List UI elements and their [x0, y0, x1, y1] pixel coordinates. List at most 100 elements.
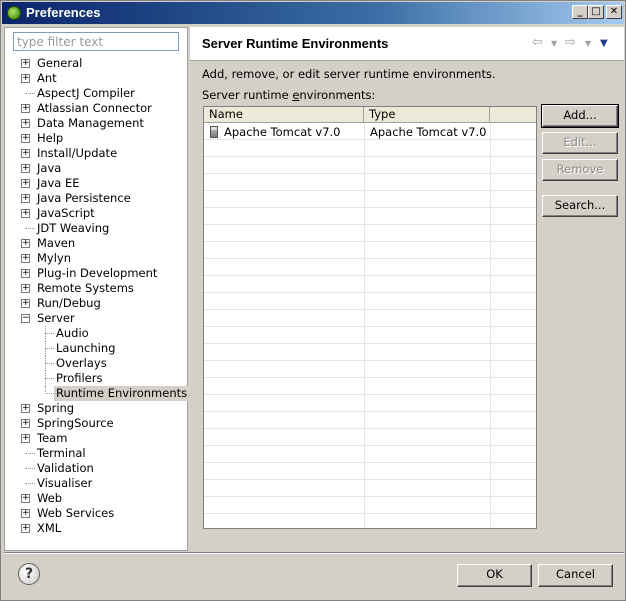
help-icon[interactable]: ? — [18, 563, 40, 585]
table-header: Name Type — [204, 107, 536, 123]
add-button[interactable]: Add... — [541, 104, 619, 128]
edit-button-label: Edit... — [563, 135, 597, 149]
tree-item[interactable]: + Mylyn — [5, 251, 187, 266]
cancel-button[interactable]: Cancel — [538, 564, 613, 587]
remove-button[interactable]: Remove — [542, 159, 618, 181]
expand-icon[interactable]: + — [21, 524, 30, 533]
tree-item[interactable]: + Maven — [5, 236, 187, 251]
expand-icon[interactable]: + — [21, 179, 30, 188]
tree-item[interactable]: + Plug-in Development — [5, 266, 187, 281]
tree-item[interactable]: + Web — [5, 491, 187, 506]
tree-item[interactable]: + Team — [5, 431, 187, 446]
expand-icon[interactable]: + — [21, 299, 30, 308]
tree-item-label: Java Persistence — [37, 191, 131, 205]
tree-item[interactable]: Launching — [5, 341, 187, 356]
tree-item-label: Terminal — [37, 446, 86, 460]
tree-item-label: General — [37, 56, 83, 70]
tree-item[interactable]: Profilers — [5, 371, 187, 386]
back-dropdown-icon[interactable]: ▼ — [551, 39, 557, 48]
table-row[interactable]: Apache Tomcat v7.0 Apache Tomcat v7.0 — [204, 124, 536, 140]
tree-item-label: Java EE — [37, 176, 80, 190]
tree-item[interactable]: + Ant — [5, 71, 187, 86]
tree-item-label: Team — [37, 431, 68, 445]
expand-icon[interactable]: + — [21, 254, 30, 263]
expand-icon[interactable]: + — [21, 404, 30, 413]
tree-connector — [45, 378, 54, 379]
tree-item[interactable]: + XML — [5, 521, 187, 536]
tree-item[interactable]: Validation — [5, 461, 187, 476]
forward-arrow-icon[interactable]: ⇨ — [565, 35, 576, 50]
search-button-label: Search... — [554, 198, 606, 212]
tree-item-label: JDT Weaving — [37, 221, 110, 235]
expand-icon[interactable]: + — [21, 494, 30, 503]
back-arrow-icon[interactable]: ⇦ — [532, 35, 543, 50]
tree-item-label: Profilers — [56, 371, 103, 385]
expand-icon[interactable]: + — [21, 134, 30, 143]
tree-item-label: Install/Update — [37, 146, 118, 160]
expand-icon[interactable]: + — [21, 209, 30, 218]
forward-dropdown-icon[interactable]: ▼ — [585, 39, 591, 48]
title-bar[interactable]: Preferences _ □ ✕ — [2, 2, 624, 24]
remove-button-label: Remove — [556, 162, 604, 176]
runtime-environments-table[interactable]: Name Type Apache Tomcat v7.0 Apache Tomc… — [203, 106, 537, 529]
tree-item[interactable]: + Java EE — [5, 176, 187, 191]
tree-item[interactable]: + Install/Update — [5, 146, 187, 161]
tree-item[interactable]: Visualiser — [5, 476, 187, 491]
edit-button[interactable]: Edit... — [542, 132, 618, 154]
tree-item-label: Data Management — [37, 116, 144, 130]
page-description: Add, remove, or edit server runtime envi… — [202, 67, 496, 81]
tree-connector — [25, 228, 35, 229]
maximize-button[interactable]: □ — [588, 5, 604, 19]
tree-item[interactable]: + Spring — [5, 401, 187, 416]
expand-icon[interactable]: + — [21, 419, 30, 428]
tree-item[interactable]: + General — [5, 56, 187, 71]
expand-icon[interactable]: + — [21, 104, 30, 113]
expand-icon[interactable]: + — [21, 59, 30, 68]
table-label: Server runtime environments: — [202, 88, 376, 102]
expand-icon[interactable]: + — [21, 509, 30, 518]
column-header-extra — [490, 107, 536, 122]
expand-icon[interactable]: + — [21, 119, 30, 128]
tree-item[interactable]: Terminal — [5, 446, 187, 461]
tree-connector — [25, 453, 35, 454]
expand-icon[interactable]: + — [21, 269, 30, 278]
ok-button[interactable]: OK — [457, 564, 532, 587]
tree-item[interactable]: + Run/Debug — [5, 296, 187, 311]
close-button[interactable]: ✕ — [606, 5, 622, 19]
expand-icon[interactable]: + — [21, 239, 30, 248]
column-header-type[interactable]: Type — [364, 107, 490, 122]
tree-item-label: Server — [37, 311, 75, 325]
search-button[interactable]: Search... — [542, 195, 618, 217]
expand-icon[interactable]: + — [21, 194, 30, 203]
expand-icon[interactable]: + — [21, 149, 30, 158]
tree-item[interactable]: + Atlassian Connector — [5, 101, 187, 116]
view-menu-icon[interactable]: ▼ — [600, 38, 608, 49]
expand-icon[interactable]: + — [21, 434, 30, 443]
tree-item-label: Mylyn — [37, 251, 72, 265]
tree-item[interactable]: Overlays — [5, 356, 187, 371]
filter-input[interactable] — [13, 32, 179, 51]
tree-item[interactable]: JDT Weaving — [5, 221, 187, 236]
expand-icon[interactable]: + — [21, 284, 30, 293]
tree-item[interactable]: + Help — [5, 131, 187, 146]
tree-item[interactable]: + Java Persistence — [5, 191, 187, 206]
minimize-button[interactable]: _ — [572, 5, 588, 19]
tree-item[interactable]: + Web Services — [5, 506, 187, 521]
column-header-name[interactable]: Name — [204, 107, 364, 122]
tree-item[interactable]: + JavaScript — [5, 206, 187, 221]
tree-item[interactable]: + Remote Systems — [5, 281, 187, 296]
preference-tree-pane: + General + AntAspectJ Compiler + Atlassian C… — [4, 27, 190, 551]
tree-item[interactable]: + Data Management — [5, 116, 187, 131]
tree-item[interactable]: Audio — [5, 326, 187, 341]
runtime-name: Apache Tomcat v7.0 — [224, 125, 341, 139]
expand-icon[interactable]: + — [21, 74, 30, 83]
tree-item[interactable]: + Java — [5, 161, 187, 176]
tree-item-label: Spring — [37, 401, 75, 415]
expand-icon[interactable]: + — [21, 164, 30, 173]
window-title: Preferences — [26, 5, 101, 20]
tree-item[interactable]: AspectJ Compiler — [5, 86, 187, 101]
collapse-icon[interactable]: − — [21, 314, 30, 323]
tree-item[interactable]: + SpringSource — [5, 416, 187, 431]
tree-item[interactable]: − Server — [5, 311, 187, 326]
tree-item[interactable]: Runtime Environments — [5, 386, 190, 401]
